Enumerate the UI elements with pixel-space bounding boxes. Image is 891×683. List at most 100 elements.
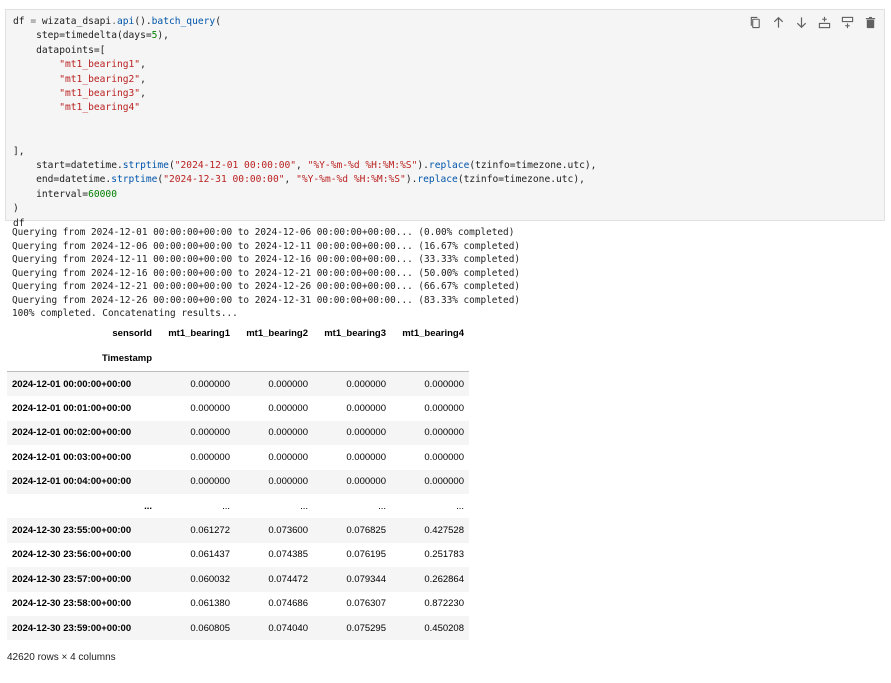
code-line: "mt1_bearing1", [13,58,596,72]
stream-line: Querying from 2024-12-06 00:00:00+00:00 … [12,240,520,252]
table-cell: 0.000000 [346,378,386,390]
row-index: 2024-12-30 23:56:00+00:00 [12,549,132,561]
table-cell: 0.061437 [190,549,230,561]
table-cell: 0.000000 [346,476,386,488]
row-index: 2024-12-30 23:58:00+00:00 [12,598,132,610]
copy-cell-button[interactable] [747,14,763,30]
code-token: "mt1_bearing2" [59,73,141,85]
table-cell: 0.000000 [268,476,308,488]
insert-above-icon [818,16,830,28]
insert-below-button[interactable] [839,14,855,30]
table-cell: 0.000000 [346,427,386,439]
table-row: 2024-12-30 23:56:00+00:00 0.061437 0.07438… [7,542,469,568]
row-index: 2024-12-01 00:03:00+00:00 [12,451,132,463]
index-name-row: Timestamp [7,345,469,372]
table-row: 2024-12-30 23:57:00+00:00 0.060032 0.07447… [7,567,469,592]
table-cell: 0.427528 [424,525,464,537]
table-cell: 0.075295 [346,622,386,634]
table-cell: 0.000000 [190,451,230,463]
code-line: datapoints=[ [13,44,596,58]
stream-output: Querying from 2024-12-01 00:00:00+00:00 … [12,226,520,321]
code-token: strptime [111,174,158,186]
dataframe-table: sensorId mt1_bearing1 mt1_bearing2 mt1_b… [7,322,469,641]
table-cell: 0.000000 [190,476,230,488]
row-index: 2024-12-30 23:55:00+00:00 [12,525,132,537]
code-token: (tzinfo=timezone.utc), [457,174,585,186]
table-cell: 0.061272 [190,525,230,537]
move-down-button[interactable] [793,14,809,30]
code-token: ], [13,145,25,157]
code-token: , [140,59,146,71]
column-header-row: sensorId mt1_bearing1 mt1_bearing2 mt1_b… [7,322,469,345]
table-row: 2024-12-01 00:00:00+00:00 0.000000 0.00000… [7,371,469,397]
row-index: 2024-12-01 00:01:00+00:00 [12,403,132,415]
table-cell: 0.000000 [268,378,308,390]
stream-line: Querying from 2024-12-26 00:00:00+00:00 … [12,294,520,306]
code-line: step=timedelta(days=5), [13,29,596,43]
table-cell: 0.079344 [346,573,386,585]
table-cell: 0.076195 [346,549,386,561]
trash-icon [865,16,875,28]
table-cell: 0.000000 [424,451,464,463]
cell-toolbar [747,14,878,30]
code-token: df [13,16,25,27]
arrow-up-icon [773,16,783,28]
code-line: ) [13,202,596,216]
columns-name-label: sensorId [112,328,152,339]
row-index: 2024-12-01 00:04:00+00:00 [12,476,132,488]
table-cell: 0.262864 [424,573,464,585]
column-header: mt1_bearing3 [324,328,386,339]
code-token: start=datetime. [13,160,123,172]
code-token: "2024-12-01 00:00:00" [174,160,297,172]
table-cell: 0.061380 [190,598,230,610]
row-index: 2024-12-30 23:57:00+00:00 [12,573,132,585]
table-row: 2024-12-01 00:02:00+00:00 0.000000 0.00000… [7,420,469,446]
stream-line: 100% completed. Concatenating results... [12,308,238,319]
delete-cell-button[interactable] [862,14,878,30]
column-header: mt1_bearing2 [246,328,308,339]
table-row: ............... [7,493,469,519]
code-token: ) [13,203,19,215]
table-cell: 0.060032 [190,573,230,585]
table-cell: 0.000000 [268,451,308,463]
table-cell: 0.251783 [424,549,464,561]
table-cell: 0.000000 [190,427,230,439]
code-editor[interactable]: df = wizata_dsapi.api().batch_query( ste… [13,15,596,231]
move-up-button[interactable] [770,14,786,30]
code-cell[interactable]: df = wizata_dsapi.api().batch_query( ste… [5,9,885,229]
code-token: , [296,160,308,172]
code-token: batch_query [151,16,216,27]
table-cell: 0.000000 [190,378,230,390]
code-token: ), [157,30,169,42]
code-line: ​ [13,130,596,144]
table-cell: ... [300,500,308,512]
code-token: api [116,16,135,27]
code-line: interval=60000 [13,188,596,202]
table-cell: 0.060805 [190,622,230,634]
row-index: 2024-12-30 23:59:00+00:00 [12,622,132,634]
table-cell: ... [378,500,386,512]
table-cell: 0.450208 [424,622,464,634]
code-token: 60000 [88,188,117,200]
dataframe-body: 2024-12-01 00:00:00+00:00 0.000000 0.00000… [7,371,469,641]
code-token: , [284,174,297,186]
table-cell: 0.000000 [190,403,230,415]
code-token: , [140,88,146,100]
column-header: mt1_bearing4 [402,328,464,339]
table-cell: 0.872230 [424,598,464,610]
code-token: ). [405,174,418,186]
insert-above-button[interactable] [816,14,832,30]
table-cell: 0.000000 [424,403,464,415]
table-cell: 0.074040 [268,622,308,634]
insert-below-icon [841,16,853,28]
table-cell: 0.000000 [346,403,386,415]
table-cell: 0.000000 [268,403,308,415]
code-token: ( [215,16,221,27]
table-cell: 0.000000 [268,427,308,439]
stream-line: Querying from 2024-12-21 00:00:00+00:00 … [12,281,520,292]
code-token: "mt1_bearing4" [59,102,141,114]
code-token: (tzinfo=timezone.utc), [469,160,597,172]
table-row: 2024-12-01 00:01:00+00:00 0.000000 0.00000… [7,396,469,421]
stream-line: Querying from 2024-12-16 00:00:00+00:00 … [12,267,520,279]
